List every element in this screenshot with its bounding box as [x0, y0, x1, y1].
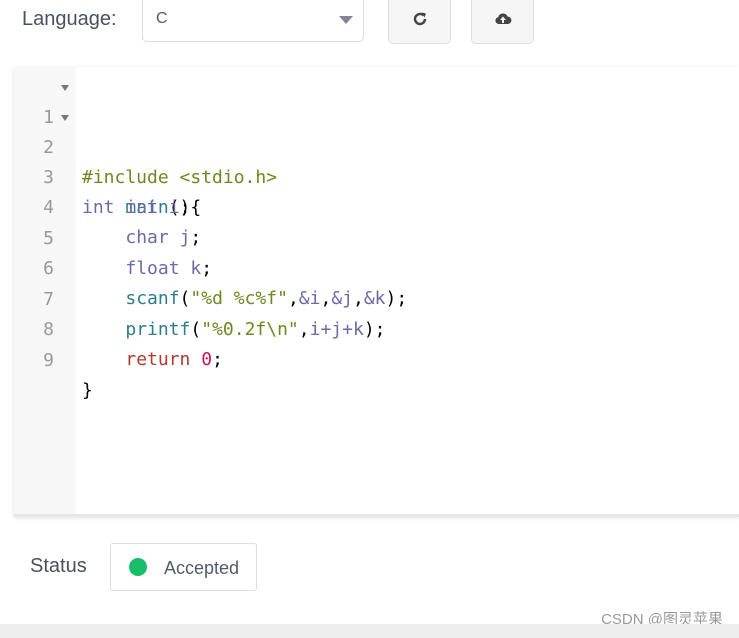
status-badge[interactable]: Accepted — [110, 543, 257, 591]
code-token: k — [190, 258, 202, 279]
code-token: ; — [212, 349, 223, 370]
code-line: 7 printf("%0.2f\n",i+j+k); — [14, 255, 385, 340]
code-token: scanf — [125, 288, 180, 309]
fold-arrow-icon[interactable] — [61, 85, 69, 91]
code-token: ); — [385, 288, 408, 309]
code-token: , — [287, 288, 299, 309]
code-token: ( — [179, 288, 191, 309]
code-token: ; — [190, 227, 202, 248]
code-token: &k — [363, 288, 386, 309]
language-select-value: C — [156, 10, 168, 27]
code-token: , — [320, 288, 332, 309]
status-label: Status — [30, 555, 87, 577]
code-token: float — [125, 258, 180, 279]
code-token: ); — [363, 319, 386, 340]
code-token: , — [298, 319, 310, 340]
code-line: 2 int main(){ — [14, 103, 201, 218]
status-dot-icon — [129, 558, 147, 576]
language-label: Language: — [22, 8, 117, 30]
code-token: #include <stdio.h> — [82, 167, 278, 188]
reset-code-button[interactable] — [388, 0, 451, 44]
status-value: Accepted — [164, 558, 240, 578]
code-line: 1 #include <stdio.h> — [14, 73, 277, 188]
code-line: 5 float k; — [14, 194, 212, 279]
refresh-icon — [413, 12, 426, 26]
chevron-down-icon — [339, 16, 353, 24]
upload-button[interactable] — [471, 0, 534, 44]
code-line: 6 scanf("%d %c%f",&i,&j,&k); — [14, 224, 407, 309]
code-token: i+j+k — [309, 319, 364, 340]
code-token: printf — [125, 319, 191, 340]
code-token: ; — [201, 258, 213, 279]
code-token: ; — [179, 197, 191, 218]
code-token: &i — [298, 288, 321, 309]
code-token: } — [82, 380, 93, 401]
code-token: &j — [331, 288, 353, 309]
code-line: 3 int i; — [14, 133, 190, 218]
code-token: return — [125, 349, 191, 370]
code-token: 0 — [201, 349, 213, 370]
code-token: "%0.2f\n" — [201, 319, 299, 340]
language-select[interactable]: C — [142, 0, 364, 42]
code-token: ( — [190, 319, 202, 340]
code-line: 4 char j; — [14, 163, 201, 248]
code-token: i — [168, 197, 180, 218]
code-line: 8 return 0; — [14, 285, 223, 370]
code-editor[interactable]: 1 #include <stdio.h> 2 int main(){ 3 int… — [14, 67, 739, 517]
code-line: 9 } — [14, 316, 93, 401]
fold-arrow-icon[interactable] — [61, 115, 69, 121]
code-token: "%d %c%f" — [190, 288, 288, 309]
line-number: 9 — [43, 350, 54, 371]
code-token: j — [179, 227, 191, 248]
bottom-divider — [0, 624, 739, 638]
code-token: char — [125, 227, 169, 248]
code-token: , — [353, 288, 364, 309]
cloud-upload-icon — [494, 13, 511, 24]
code-token: int — [125, 197, 158, 218]
